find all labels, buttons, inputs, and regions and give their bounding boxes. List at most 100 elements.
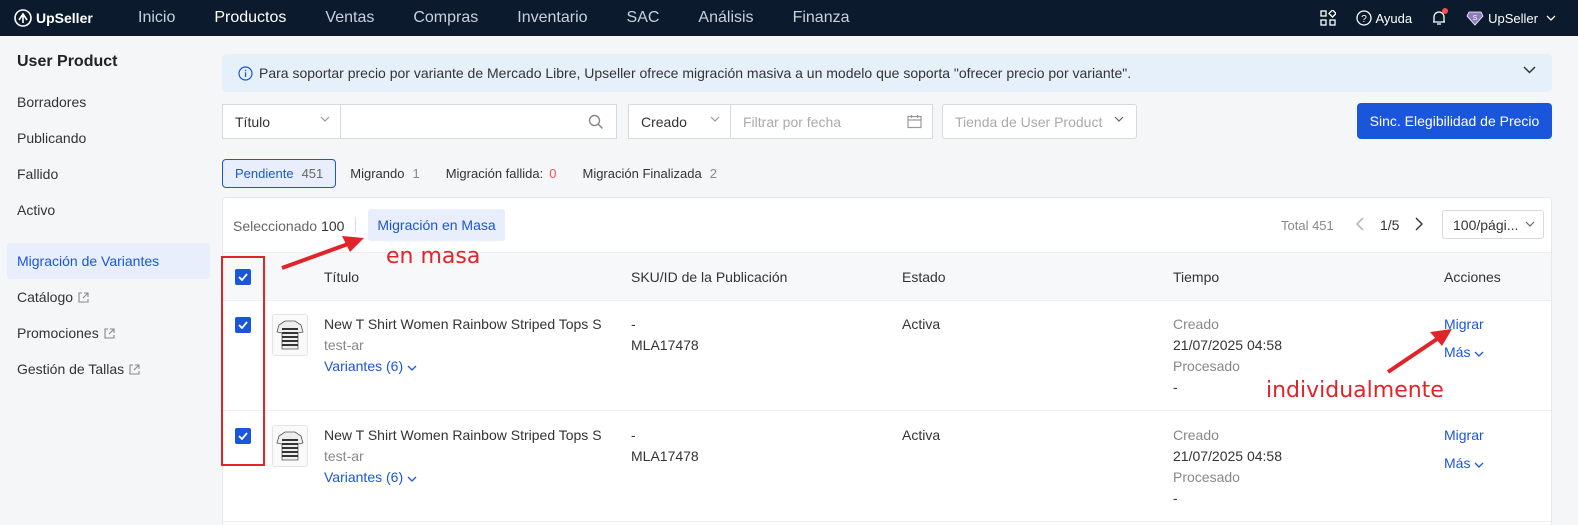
nav-analisis[interactable]: Análisis	[698, 9, 753, 27]
sidebar-item-label: Borradores	[17, 94, 87, 110]
help-label: Ayuda	[1375, 10, 1413, 26]
tab-migrando[interactable]: Migrando 1	[338, 159, 431, 188]
column-status: Estado	[902, 269, 946, 285]
column-sku: SKU/ID de la Publicación	[631, 269, 788, 285]
total-count: Total 451	[1281, 218, 1334, 233]
notification-dot	[1442, 8, 1449, 14]
nav-compras[interactable]: Compras	[413, 9, 478, 27]
chevron-right-icon[interactable]	[1414, 217, 1424, 231]
search-input[interactable]	[340, 104, 617, 139]
external-link-icon	[104, 327, 115, 339]
selected-label: Seleccionado	[233, 218, 318, 234]
processed-time: -	[1173, 379, 1178, 395]
sidebar-item-label: Catálogo	[17, 289, 74, 305]
sidebar-item-promociones[interactable]: Promociones	[17, 325, 115, 341]
product-title[interactable]: New T Shirt Women Rainbow Striped Tops S	[324, 425, 602, 446]
nav-inventario[interactable]: Inventario	[517, 9, 587, 27]
sidebar-item-borradores[interactable]: Borradores	[17, 94, 86, 110]
status-value: Activa	[902, 316, 941, 332]
date-type-select[interactable]: Creado	[628, 104, 731, 139]
help-icon: ?	[1355, 10, 1372, 26]
migrate-link[interactable]: Migrar	[1444, 314, 1484, 335]
sidebar-item-gestion-tallas[interactable]: Gestión de Tallas	[17, 361, 140, 377]
banner-text: Para soportar precio por variante de Mer…	[259, 65, 1132, 81]
info-banner: Para soportar precio por variante de Mer…	[222, 54, 1552, 92]
variants-toggle[interactable]: Variantes (6)	[324, 467, 417, 488]
help-link[interactable]: ? Ayuda	[1355, 10, 1413, 26]
divider	[355, 217, 356, 233]
nav-sac[interactable]: SAC	[627, 9, 660, 27]
apps-icon[interactable]	[1319, 10, 1336, 26]
external-link-icon	[129, 363, 140, 375]
sidebar-item-publicando[interactable]: Publicando	[17, 130, 86, 146]
product-title[interactable]: New T Shirt Women Rainbow Striped Tops S	[324, 314, 602, 335]
annotation-individualmente: individualmente	[1266, 378, 1444, 403]
created-label: Creado	[1173, 316, 1219, 332]
table-row: New T Shirt Women Rainbow Striped Tops S…	[223, 412, 1551, 522]
chevron-left-icon[interactable]	[1355, 217, 1365, 231]
nav-finanza[interactable]: Finanza	[793, 9, 850, 27]
column-actions: Acciones	[1444, 269, 1501, 285]
product-thumbnail[interactable]	[272, 425, 308, 467]
tab-migracion-fallida[interactable]: Migración fallida: 0	[434, 159, 569, 188]
date-range-picker[interactable]: Filtrar por fecha	[730, 104, 933, 139]
chevron-down-icon	[407, 365, 417, 371]
more-label: Más	[1444, 455, 1471, 471]
chevron-down-icon	[1474, 462, 1484, 468]
store-placeholder: Tienda de User Product	[955, 113, 1103, 130]
chevron-down-icon	[710, 116, 720, 122]
date-type-value: Creado	[641, 113, 687, 130]
nav-productos[interactable]: Productos	[214, 9, 286, 27]
store-name: test-ar	[324, 448, 364, 464]
upseller-logo-icon	[14, 9, 32, 27]
nav-inicio[interactable]: Inicio	[138, 9, 175, 27]
search-icon[interactable]	[588, 114, 604, 130]
tab-label: Migrando	[350, 166, 405, 181]
store-select[interactable]: Tienda de User Product	[942, 104, 1137, 139]
account-menu[interactable]: S UpSeller	[1466, 10, 1556, 26]
more-label: Más	[1444, 344, 1471, 360]
bell-icon[interactable]	[1432, 8, 1449, 26]
listing-id: MLA17478	[631, 448, 699, 464]
tab-label: Migración Finalizada	[582, 166, 702, 181]
sidebar-item-activo[interactable]: Activo	[17, 202, 55, 218]
created-time: 21/07/2025 04:58	[1173, 337, 1282, 353]
store-name: test-ar	[324, 337, 364, 353]
sku-value: -	[631, 427, 636, 443]
tab-migracion-finalizada[interactable]: Migración Finalizada 2	[570, 159, 728, 188]
tab-count: 2	[709, 166, 717, 181]
chevron-down-icon	[407, 476, 417, 482]
sidebar-item-migracion-variantes[interactable]: Migración de Variantes	[7, 243, 210, 279]
tab-pendiente[interactable]: Pendiente 451	[222, 159, 337, 188]
sync-price-eligibility-button[interactable]: Sinc. Elegibilidad de Precio	[1357, 103, 1552, 139]
svg-text:S: S	[1473, 15, 1478, 22]
svg-text:?: ?	[1361, 14, 1367, 25]
brand-logo[interactable]: UpSeller	[0, 9, 118, 27]
nav-ventas[interactable]: Ventas	[325, 9, 374, 27]
more-actions-dropdown[interactable]: Más	[1444, 453, 1484, 474]
variants-label: Variantes (6)	[324, 358, 404, 374]
sidebar-item-label: Promociones	[17, 325, 99, 341]
migrate-link[interactable]: Migrar	[1444, 425, 1484, 446]
chevron-down-icon	[1546, 15, 1556, 21]
sidebar-item-catalogo[interactable]: Catálogo	[17, 289, 89, 305]
selection-summary: Seleccionado 100	[233, 218, 344, 234]
more-actions-dropdown[interactable]: Más	[1444, 342, 1484, 363]
tab-label: Migración fallida:	[445, 166, 544, 181]
mass-migration-button[interactable]: Migración en Masa	[368, 209, 505, 241]
chevron-down-icon[interactable]	[1523, 66, 1536, 74]
tab-count: 451	[301, 166, 324, 181]
sidebar-title: User Product	[17, 53, 118, 70]
processed-time: -	[1173, 490, 1178, 506]
product-thumbnail[interactable]	[272, 314, 308, 356]
status-value: Activa	[902, 427, 941, 443]
brand-name: UpSeller	[36, 10, 93, 26]
variants-toggle[interactable]: Variantes (6)	[324, 356, 417, 377]
sku-value: -	[631, 316, 636, 332]
field-select[interactable]: Título	[222, 104, 341, 139]
page-size-select[interactable]: 100/pági...	[1442, 210, 1544, 239]
date-placeholder: Filtrar por fecha	[743, 113, 842, 130]
listing-id: MLA17478	[631, 337, 699, 353]
sidebar-item-fallido[interactable]: Fallido	[17, 166, 58, 182]
chevron-down-icon	[1525, 221, 1535, 227]
